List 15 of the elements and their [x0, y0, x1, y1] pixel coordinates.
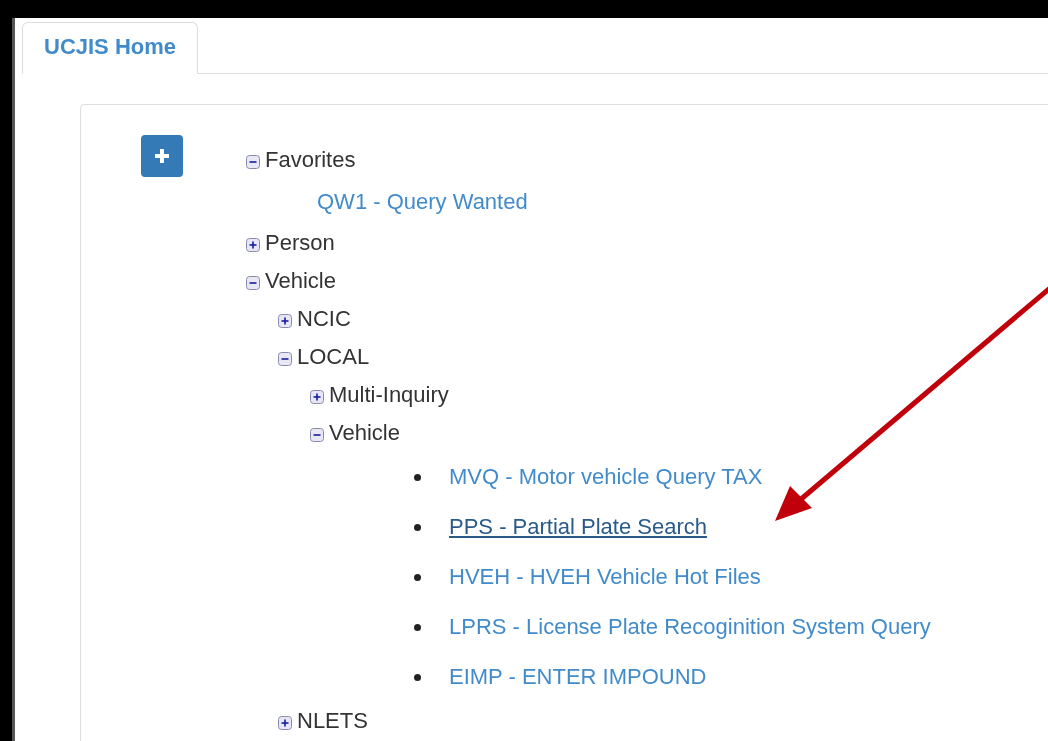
- query-link[interactable]: QW1 - Query Wanted: [317, 188, 528, 215]
- query-link[interactable]: LPRS - License Plate Recoginition System Query: [449, 614, 931, 640]
- tree-node-label[interactable]: Multi-Inquiry: [329, 382, 449, 408]
- tree-node-label[interactable]: NLETS: [297, 708, 368, 734]
- tab[interactable]: UCJIS Home: [22, 22, 199, 74]
- tree-node-label[interactable]: NCIC: [297, 306, 351, 332]
- tree-node-label[interactable]: Vehicle: [329, 420, 400, 446]
- tree-node-label[interactable]: LOCAL: [297, 344, 370, 370]
- query-link[interactable]: PPS - Partial Plate Search: [449, 514, 707, 540]
- tree-node-label[interactable]: Vehicle: [265, 268, 336, 294]
- tree-node-label[interactable]: Person: [265, 230, 335, 256]
- query-link[interactable]: EIMP - ENTER IMPOUND: [449, 664, 707, 690]
- query-link[interactable]: MVQ - Motor vehicle Query TAX: [449, 464, 763, 490]
- query-link[interactable]: HVEH - HVEH Vehicle Hot Files: [449, 564, 761, 590]
- tree-node-label[interactable]: Favorites: [265, 147, 356, 173]
